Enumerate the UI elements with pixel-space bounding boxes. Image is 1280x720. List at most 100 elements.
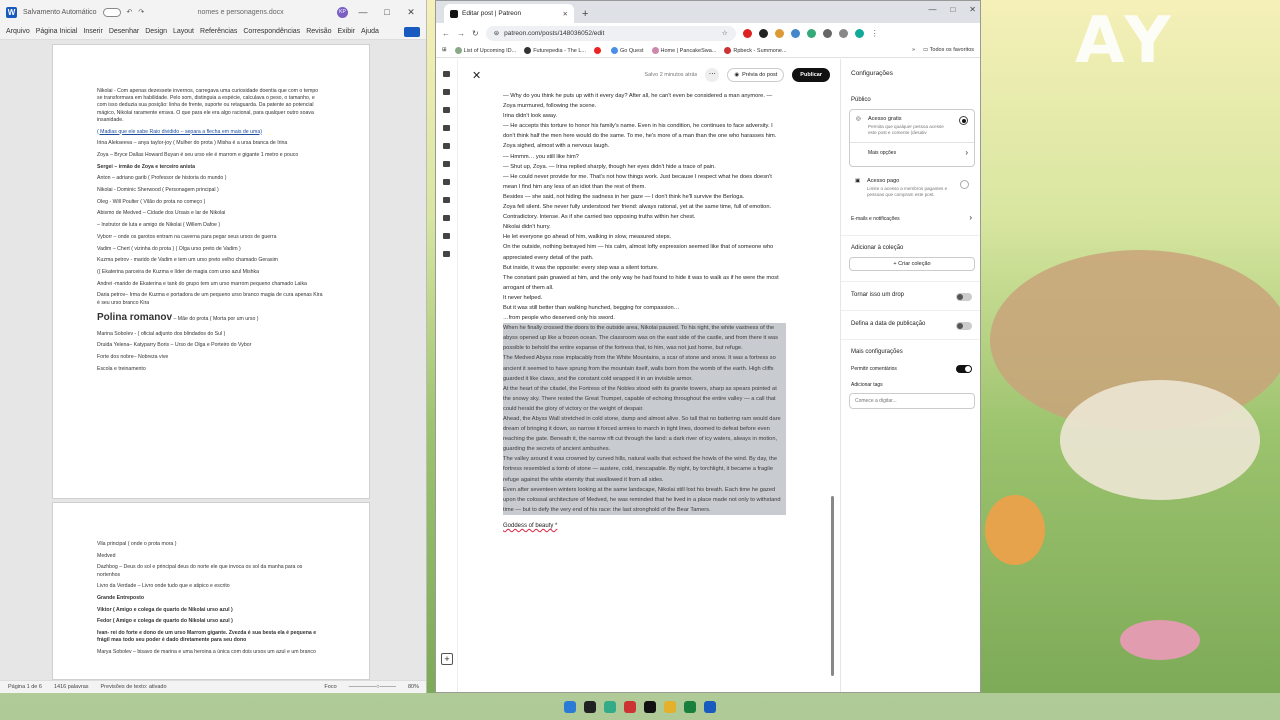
menu-item[interactable]: Arquivo [6,28,30,35]
extension-icon[interactable] [742,28,752,38]
focus-button[interactable]: Foco [324,684,336,690]
publish-button[interactable]: Publicar [792,68,830,82]
doc-paragraph: Nikolai - Dominic Sherwood ( Personagem … [97,187,219,194]
minimize-icon[interactable]: — [354,7,372,17]
all-bookmarks-folder[interactable]: ▭ Todos os favoritos [923,47,974,53]
start-icon[interactable] [564,700,576,713]
tab-patreon[interactable]: Editar post | Patreon ✕ [444,4,574,23]
word-count[interactable]: 1416 palavras [54,684,89,690]
menu-item[interactable]: Correspondências [243,28,300,35]
editor-scrollbar[interactable] [831,496,834,676]
insights-icon[interactable] [443,143,450,149]
close-icon[interactable]: ✕ [969,5,976,14]
library-icon[interactable] [443,107,450,113]
menu-item[interactable]: Design [145,28,167,35]
extension-icon[interactable] [774,28,784,38]
undo-icon[interactable]: ↶ [127,8,133,16]
chat-icon[interactable] [443,161,450,167]
back-icon[interactable]: ← [442,29,450,38]
folder-icon[interactable] [664,700,676,713]
redo-icon[interactable]: ↷ [138,8,144,16]
menu-item[interactable]: Desenhar [109,28,139,35]
app-icon[interactable] [584,700,596,713]
forward-icon[interactable]: → [457,29,465,38]
apps-icon[interactable]: ⊞ [442,47,447,53]
maximize-icon[interactable]: □ [950,5,955,14]
new-tab-icon[interactable]: + [582,8,588,20]
minimize-icon[interactable]: — [928,5,936,14]
eye-icon: ◉ [734,72,740,78]
bookmark-item[interactable]: List of Upcoming ID... [454,46,516,54]
app-icon[interactable] [624,700,636,713]
shop-icon[interactable] [443,179,450,185]
text-predictions[interactable]: Previsões de texto: ativado [101,684,167,690]
settings-icon[interactable] [443,251,450,257]
profile-avatar[interactable] [854,28,864,38]
patreon-logo-icon[interactable] [443,71,450,77]
more-options-link[interactable]: Mais opções [868,150,896,156]
more-options-icon[interactable]: ⋯ [705,68,720,82]
audience-icon[interactable] [443,125,450,131]
menu-item[interactable]: Referências [200,28,237,35]
preview-button[interactable]: ◉ Prévia do post [727,68,785,82]
menu-item[interactable]: Ajuda [361,28,379,35]
menu-item[interactable]: Exibir [337,28,355,35]
bookmark-item[interactable]: Home | PancakeSwa... [651,46,716,54]
menu-item[interactable]: Inserir [83,28,102,35]
chevron-right-icon[interactable]: › [969,213,972,222]
editing-mode-button[interactable] [404,26,420,37]
close-editor-icon[interactable]: ✕ [472,69,486,82]
create-button[interactable]: + [441,653,453,665]
zoom-level[interactable]: 80% [408,684,419,690]
app-icon[interactable] [644,700,656,713]
promotions-icon[interactable] [443,197,450,203]
payouts-icon[interactable] [443,215,450,221]
drop-toggle[interactable] [956,293,972,301]
chrome-icon[interactable] [604,700,616,713]
paid-access-option[interactable]: ▣ Acesso pago Limite o acesso a membros … [849,173,975,203]
extension-icon[interactable] [822,28,832,38]
free-access-option[interactable]: ◎ Acesso gratis Permita que qualquer pes… [849,109,975,167]
paid-access-radio[interactable] [960,180,969,189]
tags-input[interactable] [849,393,975,409]
bookmark-item[interactable]: Futurepedia - The L... [524,46,586,54]
site-info-icon[interactable]: ⊜ [494,29,499,37]
reload-icon[interactable]: ↻ [472,29,479,38]
allow-comments-toggle[interactable] [956,365,972,373]
chevron-right-icon[interactable]: › [965,148,968,157]
bookmarks-overflow-icon[interactable]: » [912,47,915,53]
excel-icon[interactable] [684,700,696,713]
email-notifications-link[interactable]: E-mails e notificações [851,216,900,222]
bookmark-star-icon[interactable]: ☆ [722,29,728,37]
bookmark-item[interactable] [593,46,603,54]
home-icon[interactable] [443,89,450,95]
menu-item[interactable]: Revisão [306,28,331,35]
menu-item[interactable]: Layout [173,28,194,35]
post-body-editor[interactable]: — Why do you think he puts up with it ev… [503,91,786,651]
schedule-toggle[interactable] [956,322,972,330]
tab-close-icon[interactable]: ✕ [563,10,568,18]
close-icon[interactable]: ✕ [402,7,420,18]
extension-icon[interactable] [758,28,768,38]
menu-item[interactable]: Página Inicial [36,28,78,35]
word-icon[interactable] [704,700,716,713]
free-access-radio[interactable] [959,116,968,125]
document-page-2[interactable]: Vila principal ( onde o prota mora ) Medv… [52,502,370,680]
notifications-icon[interactable] [443,233,450,239]
extension-icon[interactable] [790,28,800,38]
extension-icon[interactable] [838,28,848,38]
bookmark-item[interactable]: Rpbeck - Summone... [724,46,787,54]
extension-icon[interactable] [806,28,816,38]
zoom-slider[interactable]: —————○——— [349,684,396,690]
text-selection[interactable]: When he finally crossed the doors to the… [503,323,786,515]
bookmark-item[interactable]: Go Quest [610,46,644,54]
maximize-icon[interactable]: □ [378,7,396,17]
menu-dots-icon[interactable]: ⋮ [871,29,879,38]
user-avatar[interactable]: KP [337,6,348,18]
autosave-toggle[interactable] [102,7,121,17]
document-page-1[interactable]: Nikolai - Com apenas dezessete invernos,… [52,44,370,499]
create-collection-button[interactable]: + Criar coleção [849,257,975,271]
document-canvas[interactable]: Nikolai - Com apenas dezessete invernos,… [0,40,426,680]
page-scrollbar[interactable] [974,59,978,692]
url-input[interactable]: ⊜ patreon.com/posts/148036052/edit ☆ [485,25,736,41]
